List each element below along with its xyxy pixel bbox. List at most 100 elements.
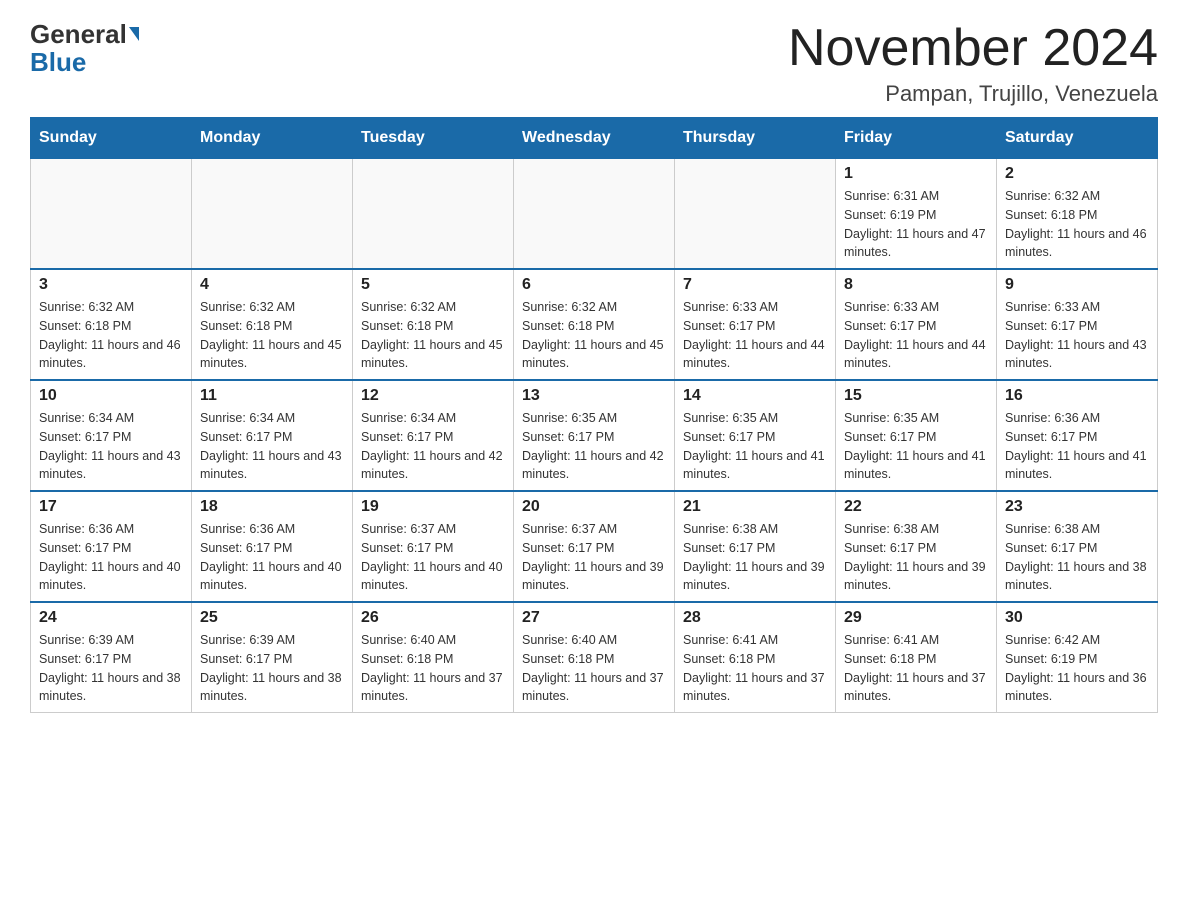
calendar-cell-w1-d5 (675, 158, 836, 269)
day-info: Sunrise: 6:35 AMSunset: 6:17 PMDaylight:… (683, 409, 827, 484)
day-number: 24 (39, 609, 183, 627)
header-saturday: Saturday (997, 118, 1158, 158)
calendar-cell-w1-d6: 1Sunrise: 6:31 AMSunset: 6:19 PMDaylight… (836, 158, 997, 269)
calendar-cell-w5-d6: 29 Sunrise: 6:41 AMSunset: 6:18 PMDayligh… (836, 602, 997, 713)
day-number: 3 (39, 276, 183, 294)
day-info: Sunrise: 6:36 AMSunset: 6:17 PMDaylight:… (200, 520, 344, 595)
week-row-5: 24 Sunrise: 6:39 AMSunset: 6:17 PMDayligh… (31, 602, 1158, 713)
calendar-cell-w3-d1: 10 Sunrise: 6:34 AMSunset: 6:17 PMDayligh… (31, 380, 192, 491)
header-tuesday: Tuesday (353, 118, 514, 158)
day-number: 20 (522, 498, 666, 516)
day-number: 25 (200, 609, 344, 627)
day-info: Sunrise: 6:35 AMSunset: 6:17 PMDaylight:… (844, 409, 988, 484)
day-info: Sunrise: 6:38 AMSunset: 6:17 PMDaylight:… (844, 520, 988, 595)
day-info: Sunrise: 6:41 AMSunset: 6:18 PMDaylight:… (844, 631, 988, 706)
day-number: 15 (844, 387, 988, 405)
day-info: Sunrise: 6:40 AMSunset: 6:18 PMDaylight:… (522, 631, 666, 706)
day-info: Sunrise: 6:41 AMSunset: 6:18 PMDaylight:… (683, 631, 827, 706)
day-info: Sunrise: 6:32 AMSunset: 6:18 PMDaylight:… (200, 298, 344, 373)
day-info: Sunrise: 6:40 AMSunset: 6:18 PMDaylight:… (361, 631, 505, 706)
calendar-cell-w3-d4: 13Sunrise: 6:35 AMSunset: 6:17 PMDayligh… (514, 380, 675, 491)
page-header: General Blue November 2024 Pampan, Truji… (30, 20, 1158, 107)
day-number: 10 (39, 387, 183, 405)
calendar-cell-w2-d5: 7 Sunrise: 6:33 AMSunset: 6:17 PMDaylight… (675, 269, 836, 380)
calendar-cell-w5-d4: 27 Sunrise: 6:40 AMSunset: 6:18 PMDayligh… (514, 602, 675, 713)
day-number: 22 (844, 498, 988, 516)
day-number: 16 (1005, 387, 1149, 405)
calendar-cell-w1-d7: 2 Sunrise: 6:32 AMSunset: 6:18 PMDaylight… (997, 158, 1158, 269)
day-info: Sunrise: 6:32 AMSunset: 6:18 PMDaylight:… (522, 298, 666, 373)
day-number: 27 (522, 609, 666, 627)
calendar-cell-w5-d2: 25Sunrise: 6:39 AMSunset: 6:17 PMDayligh… (192, 602, 353, 713)
day-info: Sunrise: 6:39 AMSunset: 6:17 PMDaylight:… (39, 631, 183, 706)
day-number: 28 (683, 609, 827, 627)
title-section: November 2024 Pampan, Trujillo, Venezuel… (788, 20, 1158, 107)
day-info: Sunrise: 6:32 AMSunset: 6:18 PMDaylight:… (361, 298, 505, 373)
day-info: Sunrise: 6:36 AMSunset: 6:17 PMDaylight:… (39, 520, 183, 595)
day-info: Sunrise: 6:37 AMSunset: 6:17 PMDaylight:… (522, 520, 666, 595)
calendar-cell-w5-d7: 30Sunrise: 6:42 AMSunset: 6:19 PMDayligh… (997, 602, 1158, 713)
calendar-cell-w2-d1: 3 Sunrise: 6:32 AMSunset: 6:18 PMDaylight… (31, 269, 192, 380)
month-title: November 2024 (788, 20, 1158, 77)
day-info: Sunrise: 6:34 AMSunset: 6:17 PMDaylight:… (200, 409, 344, 484)
header-monday: Monday (192, 118, 353, 158)
day-info: Sunrise: 6:38 AMSunset: 6:17 PMDaylight:… (683, 520, 827, 595)
week-row-3: 10 Sunrise: 6:34 AMSunset: 6:17 PMDayligh… (31, 380, 1158, 491)
day-number: 5 (361, 276, 505, 294)
day-number: 18 (200, 498, 344, 516)
day-info: Sunrise: 6:42 AMSunset: 6:19 PMDaylight:… (1005, 631, 1149, 706)
calendar-cell-w1-d1 (31, 158, 192, 269)
weekday-header-row: Sunday Monday Tuesday Wednesday Thursday… (31, 118, 1158, 158)
header-wednesday: Wednesday (514, 118, 675, 158)
calendar-cell-w3-d5: 14 Sunrise: 6:35 AMSunset: 6:17 PMDayligh… (675, 380, 836, 491)
calendar-cell-w4-d5: 21 Sunrise: 6:38 AMSunset: 6:17 PMDayligh… (675, 491, 836, 602)
logo-blue-text: Blue (30, 47, 86, 78)
day-number: 7 (683, 276, 827, 294)
logo-triangle-icon (129, 27, 139, 41)
day-info: Sunrise: 6:32 AMSunset: 6:18 PMDaylight:… (39, 298, 183, 373)
day-number: 26 (361, 609, 505, 627)
calendar-cell-w5-d1: 24 Sunrise: 6:39 AMSunset: 6:17 PMDayligh… (31, 602, 192, 713)
day-number: 4 (200, 276, 344, 294)
day-number: 11 (200, 387, 344, 405)
day-number: 14 (683, 387, 827, 405)
day-number: 29 (844, 609, 988, 627)
logo-general-text: General (30, 20, 127, 49)
calendar-cell-w4-d7: 23Sunrise: 6:38 AMSunset: 6:17 PMDayligh… (997, 491, 1158, 602)
week-row-1: 1Sunrise: 6:31 AMSunset: 6:19 PMDaylight… (31, 158, 1158, 269)
day-info: Sunrise: 6:37 AMSunset: 6:17 PMDaylight:… (361, 520, 505, 595)
day-info: Sunrise: 6:33 AMSunset: 6:17 PMDaylight:… (844, 298, 988, 373)
calendar-cell-w1-d3 (353, 158, 514, 269)
calendar-cell-w1-d2 (192, 158, 353, 269)
calendar-cell-w1-d4 (514, 158, 675, 269)
header-thursday: Thursday (675, 118, 836, 158)
calendar-cell-w5-d5: 28 Sunrise: 6:41 AMSunset: 6:18 PMDayligh… (675, 602, 836, 713)
day-info: Sunrise: 6:33 AMSunset: 6:17 PMDaylight:… (683, 298, 827, 373)
calendar-cell-w4-d6: 22 Sunrise: 6:38 AMSunset: 6:17 PMDayligh… (836, 491, 997, 602)
day-number: 21 (683, 498, 827, 516)
day-number: 1 (844, 165, 988, 183)
calendar-table: Sunday Monday Tuesday Wednesday Thursday… (30, 117, 1158, 713)
day-info: Sunrise: 6:35 AMSunset: 6:17 PMDaylight:… (522, 409, 666, 484)
day-info: Sunrise: 6:34 AMSunset: 6:17 PMDaylight:… (39, 409, 183, 484)
week-row-4: 17 Sunrise: 6:36 AMSunset: 6:17 PMDayligh… (31, 491, 1158, 602)
day-number: 17 (39, 498, 183, 516)
day-number: 6 (522, 276, 666, 294)
calendar-cell-w4-d3: 19Sunrise: 6:37 AMSunset: 6:17 PMDayligh… (353, 491, 514, 602)
location-subtitle: Pampan, Trujillo, Venezuela (788, 81, 1158, 107)
calendar-cell-w2-d7: 9Sunrise: 6:33 AMSunset: 6:17 PMDaylight… (997, 269, 1158, 380)
header-sunday: Sunday (31, 118, 192, 158)
day-info: Sunrise: 6:34 AMSunset: 6:17 PMDaylight:… (361, 409, 505, 484)
day-info: Sunrise: 6:32 AMSunset: 6:18 PMDaylight:… (1005, 187, 1149, 262)
calendar-cell-w3-d2: 11 Sunrise: 6:34 AMSunset: 6:17 PMDayligh… (192, 380, 353, 491)
day-info: Sunrise: 6:38 AMSunset: 6:17 PMDaylight:… (1005, 520, 1149, 595)
calendar-cell-w2-d4: 6 Sunrise: 6:32 AMSunset: 6:18 PMDaylight… (514, 269, 675, 380)
calendar-cell-w4-d1: 17 Sunrise: 6:36 AMSunset: 6:17 PMDayligh… (31, 491, 192, 602)
day-number: 12 (361, 387, 505, 405)
calendar-cell-w3-d3: 12 Sunrise: 6:34 AMSunset: 6:17 PMDayligh… (353, 380, 514, 491)
calendar-cell-w4-d2: 18 Sunrise: 6:36 AMSunset: 6:17 PMDayligh… (192, 491, 353, 602)
logo: General Blue (30, 20, 139, 78)
week-row-2: 3 Sunrise: 6:32 AMSunset: 6:18 PMDaylight… (31, 269, 1158, 380)
day-number: 2 (1005, 165, 1149, 183)
calendar-cell-w2-d3: 5 Sunrise: 6:32 AMSunset: 6:18 PMDaylight… (353, 269, 514, 380)
